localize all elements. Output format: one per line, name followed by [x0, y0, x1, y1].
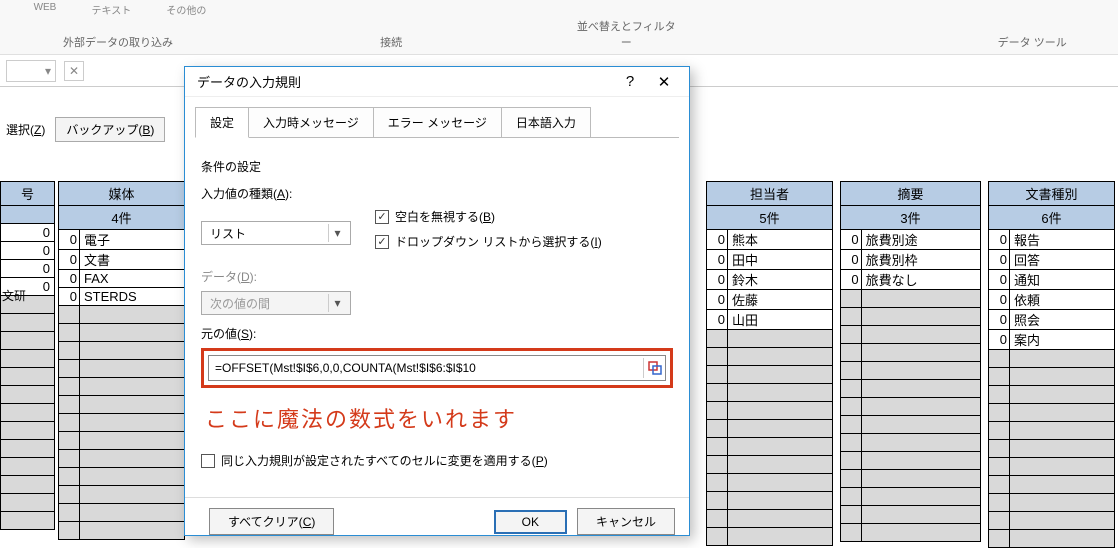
- table-staff: 担当者 5件 0熊本 0田中 0鈴木 0佐藤 0山田: [706, 181, 833, 546]
- apply-all-checkbox[interactable]: [201, 454, 215, 468]
- col-count: 3件: [841, 206, 981, 230]
- col-count: 5件: [707, 206, 833, 230]
- ribbon-group-sort-filter: 並べ替えとフィルター: [576, 18, 676, 50]
- help-button[interactable]: ?: [613, 73, 647, 90]
- dialog-title: データの入力規則: [197, 72, 613, 91]
- table-row: 0案内: [989, 330, 1115, 350]
- source-input[interactable]: [209, 361, 643, 375]
- table-row: 0旅費なし: [841, 270, 981, 290]
- ignore-blank-checkbox[interactable]: ✓: [375, 210, 389, 224]
- table-fragment-left: 号 0 0 0 0: [0, 181, 55, 530]
- leftfrag-label: 文研: [2, 287, 26, 304]
- table-row: 0田中: [707, 250, 833, 270]
- backup-button[interactable]: バックアップ(B): [55, 117, 165, 142]
- table-row: 0旅費別途: [841, 230, 981, 250]
- table-row: 0鈴木: [707, 270, 833, 290]
- ribbon-hint: WEB: [34, 2, 57, 17]
- close-button[interactable]: ✕: [647, 73, 681, 91]
- col-header: 媒体: [59, 182, 185, 206]
- source-label: 元の値(S):: [201, 325, 673, 342]
- table-row: 0FAX: [59, 270, 185, 288]
- dialog-titlebar[interactable]: データの入力規則 ? ✕: [185, 67, 689, 97]
- col-header: 号: [1, 182, 55, 206]
- data-label: データ(D):: [201, 268, 673, 285]
- table-doc-type: 文書種別 6件 0報告 0回答 0通知 0依頼 0照会 0案内: [988, 181, 1115, 548]
- table-row: 0電子: [59, 230, 185, 250]
- col-header: 担当者: [707, 182, 833, 206]
- ignore-blank-label: 空白を無視する(B): [395, 208, 495, 225]
- table-row: 0通知: [989, 270, 1115, 290]
- col-header: 文書種別: [989, 182, 1115, 206]
- col-header: 摘要: [841, 182, 981, 206]
- ribbon-hint: テキスト: [92, 2, 132, 17]
- cancel-icon[interactable]: ✕: [64, 61, 84, 81]
- cancel-button[interactable]: キャンセル: [577, 508, 675, 535]
- table-row: 0佐藤: [707, 290, 833, 310]
- dropdown-label: ドロップダウン リストから選択する(I): [395, 233, 602, 250]
- name-box-dropdown[interactable]: ▾: [6, 60, 56, 82]
- section-title: 条件の設定: [201, 158, 673, 175]
- ribbon-group-data-tools: データ ツール: [996, 34, 1068, 50]
- dropdown-checkbox[interactable]: ✓: [375, 235, 389, 249]
- table-summary: 摘要 3件 0旅費別途 0旅費別枠 0旅費なし: [840, 181, 981, 542]
- ribbon-group-connections: 接続: [366, 34, 416, 50]
- ok-button[interactable]: OK: [494, 510, 567, 534]
- allow-value: リスト: [210, 225, 246, 242]
- table-row: 0照会: [989, 310, 1115, 330]
- chevron-down-icon: ▾: [328, 224, 346, 242]
- annotation-text: ここに魔法の数式をいれます: [205, 402, 673, 434]
- table-row: 0文書: [59, 250, 185, 270]
- table-row: 0STERDS: [59, 288, 185, 306]
- col-count: 4件: [59, 206, 185, 230]
- data-validation-dialog: データの入力規則 ? ✕ 設定 入力時メッセージ エラー メッセージ 日本語入力…: [184, 66, 690, 536]
- select-label: 選択(Z): [6, 121, 45, 138]
- allow-label: 入力値の種類(A):: [201, 185, 673, 202]
- table-row: 0旅費別枠: [841, 250, 981, 270]
- dialog-tabs: 設定 入力時メッセージ エラー メッセージ 日本語入力: [195, 107, 679, 138]
- table-row: 0熊本: [707, 230, 833, 250]
- chevron-down-icon: ▾: [328, 294, 346, 312]
- data-value: 次の値の間: [210, 295, 270, 312]
- ribbon-hint: その他の: [166, 2, 206, 17]
- table-row: 0回答: [989, 250, 1115, 270]
- tab-input-message[interactable]: 入力時メッセージ: [248, 107, 374, 138]
- data-select: 次の値の間 ▾: [201, 291, 351, 315]
- ribbon: WEB テキスト その他の 外部データの取り込み 接続 並べ替えとフィルター デ…: [0, 0, 1118, 55]
- col-count: 6件: [989, 206, 1115, 230]
- range-picker-icon[interactable]: [643, 358, 665, 378]
- apply-all-label: 同じ入力規則が設定されたすべてのセルに変更を適用する(P): [221, 452, 548, 469]
- source-highlight: [201, 348, 673, 388]
- tab-settings[interactable]: 設定: [195, 107, 249, 138]
- tab-error-message[interactable]: エラー メッセージ: [373, 107, 502, 138]
- table-row: 0依頼: [989, 290, 1115, 310]
- allow-select[interactable]: リスト ▾: [201, 221, 351, 245]
- tab-ime[interactable]: 日本語入力: [501, 107, 591, 138]
- table-row: 0報告: [989, 230, 1115, 250]
- table-media: 媒体 4件 0電子 0文書 0FAX 0STERDS: [58, 181, 185, 540]
- table-row: 0山田: [707, 310, 833, 330]
- clear-all-button[interactable]: すべてクリア(C): [209, 508, 334, 535]
- ribbon-group-external-data: 外部データの取り込み: [50, 34, 186, 50]
